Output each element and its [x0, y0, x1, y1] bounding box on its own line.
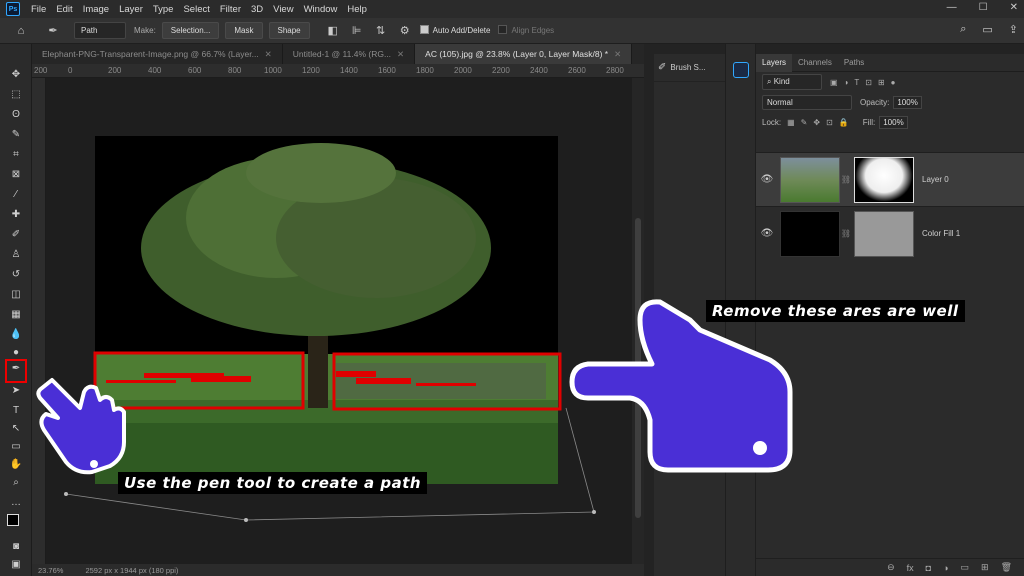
- caption-pen-tool: Use the pen tool to create a path: [118, 472, 428, 494]
- pointing-hand-icon: [569, 299, 793, 473]
- caption-remove-areas: Remove these ares are well: [706, 300, 965, 322]
- hand-cursor-icon: [36, 378, 126, 475]
